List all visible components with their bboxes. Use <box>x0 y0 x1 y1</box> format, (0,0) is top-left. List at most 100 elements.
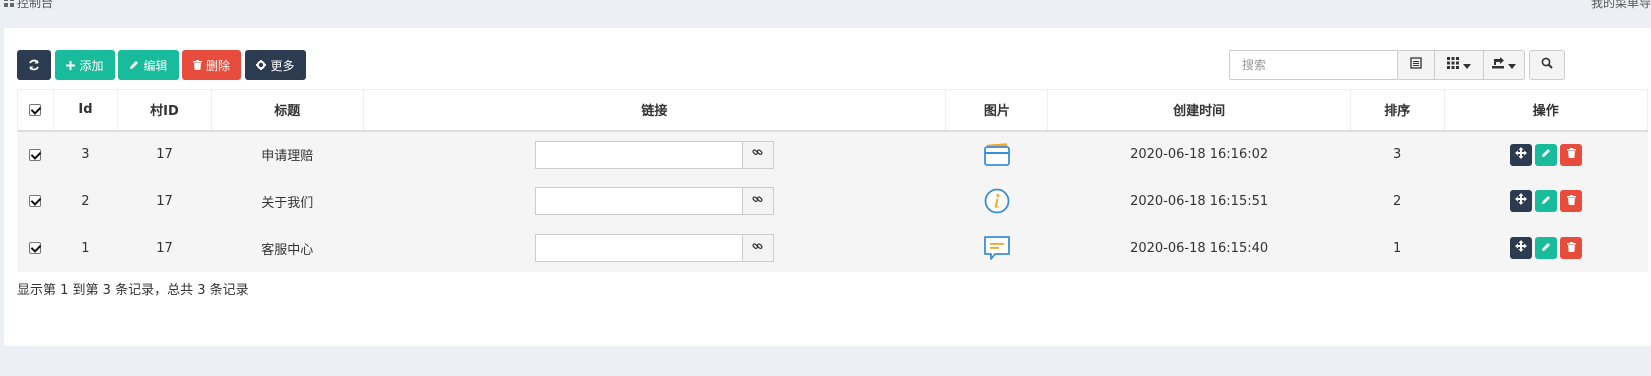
column-header-title[interactable]: 标题 <box>210 89 364 132</box>
gear-icon <box>256 60 267 70</box>
link-input[interactable] <box>534 140 743 169</box>
column-header-village-id[interactable]: 村ID <box>117 89 212 132</box>
search-icon <box>1541 57 1553 73</box>
link-icon <box>752 194 763 209</box>
column-header-sort[interactable]: 排序 <box>1349 89 1445 132</box>
refresh-button[interactable] <box>17 50 51 80</box>
row-edit-button[interactable] <box>1535 143 1558 166</box>
table-row: 3 17 申请理赔 2020-06-18 16:16:02 3 <box>17 130 1648 178</box>
drag-handle-button[interactable] <box>1510 190 1533 212</box>
row-edit-button[interactable] <box>1535 190 1558 212</box>
data-table: Id 村ID 标题 链接 图片 创建时间 排序 操作 3 17 申请理赔 202… <box>17 89 1649 272</box>
breadcrumb: 控制台 <box>4 0 53 11</box>
row-checkbox[interactable] <box>29 148 42 161</box>
caret-down-icon <box>1508 58 1516 73</box>
pencil-icon <box>1541 147 1551 162</box>
row-title: 申请理赔 <box>210 130 364 178</box>
drag-handle-button[interactable] <box>1510 143 1533 166</box>
trash-icon <box>1566 147 1576 162</box>
row-actions <box>1510 143 1583 166</box>
breadcrumb-title[interactable]: 控制台 <box>17 0 53 11</box>
link-button[interactable] <box>742 234 774 262</box>
move-icon <box>1515 146 1528 163</box>
table-row: 2 17 关于我们 2020-06-18 16:15:51 2 <box>17 177 1648 225</box>
trash-icon <box>1566 241 1576 256</box>
link-button[interactable] <box>742 187 774 215</box>
row-village-id: 17 <box>117 177 212 225</box>
edit-button-label: 编辑 <box>143 58 168 73</box>
top-bar: 控制台 我的菜单导 <box>0 0 1651 12</box>
info-icon[interactable] <box>984 188 1010 214</box>
row-delete-button[interactable] <box>1560 190 1583 212</box>
grid-icon <box>1447 57 1459 73</box>
search-button[interactable] <box>1529 50 1565 80</box>
row-actions <box>1510 190 1583 212</box>
more-button-label: 更多 <box>270 58 295 73</box>
row-edit-button[interactable] <box>1535 237 1558 259</box>
edit-button[interactable]: 编辑 <box>118 50 179 80</box>
pencil-icon <box>1541 241 1551 256</box>
link-field-group <box>534 234 774 262</box>
trash-icon <box>1566 194 1576 209</box>
column-header-image[interactable]: 图片 <box>945 89 1049 132</box>
link-field-group <box>534 187 774 215</box>
column-header-link[interactable]: 链接 <box>362 89 947 132</box>
pencil-icon <box>129 60 139 70</box>
chat-icon[interactable] <box>983 236 1011 260</box>
row-village-id: 17 <box>117 224 212 272</box>
delete-button-label: 删除 <box>205 58 230 73</box>
more-button[interactable]: 更多 <box>245 50 306 80</box>
link-input[interactable] <box>534 187 743 215</box>
row-sort: 1 <box>1349 224 1445 272</box>
delete-button[interactable]: 删除 <box>182 50 241 80</box>
row-title: 客服中心 <box>210 224 364 272</box>
columns-dropdown-button[interactable] <box>1434 50 1484 80</box>
row-title: 关于我们 <box>210 177 364 225</box>
plus-icon <box>66 60 76 70</box>
row-sort: 3 <box>1349 130 1445 178</box>
row-delete-button[interactable] <box>1560 237 1583 259</box>
row-sort: 2 <box>1349 177 1445 225</box>
link-icon <box>752 241 763 256</box>
row-created-time: 2020-06-18 16:15:40 <box>1047 224 1351 272</box>
select-all-checkbox[interactable] <box>17 89 54 132</box>
move-icon <box>1515 240 1528 256</box>
list-icon <box>1410 57 1422 73</box>
row-id: 1 <box>52 224 118 272</box>
dashboard-icon <box>4 0 14 10</box>
content-panel: 添加 编辑 删除 更多 搜索 Id 村ID 标题 链接 图片 创建时间 排序 操… <box>4 28 1651 346</box>
row-created-time: 2020-06-18 16:16:02 <box>1047 130 1351 178</box>
refresh-icon <box>28 59 40 71</box>
trash-icon <box>192 60 202 70</box>
link-field-group <box>534 140 774 169</box>
add-button-label: 添加 <box>79 58 104 73</box>
move-icon <box>1515 193 1528 209</box>
toggle-view-button[interactable] <box>1397 50 1435 80</box>
row-checkbox[interactable] <box>29 195 42 207</box>
add-button[interactable]: 添加 <box>55 50 115 80</box>
drag-handle-button[interactable] <box>1510 237 1533 259</box>
search-input[interactable] <box>1229 50 1399 80</box>
row-delete-button[interactable] <box>1560 143 1583 166</box>
column-header-created-time[interactable]: 创建时间 <box>1047 89 1351 132</box>
export-dropdown-button[interactable] <box>1483 50 1525 80</box>
row-id: 2 <box>52 177 118 225</box>
export-icon <box>1492 57 1504 73</box>
link-icon <box>752 147 763 162</box>
row-id: 3 <box>52 130 118 178</box>
card-icon[interactable] <box>983 142 1011 166</box>
table-header-row: Id 村ID 标题 链接 图片 创建时间 排序 操作 <box>17 89 1649 132</box>
link-input[interactable] <box>534 234 743 262</box>
pagination-summary: 显示第 1 到第 3 条记录，总共 3 条记录 <box>17 283 249 298</box>
caret-down-icon <box>1463 58 1471 73</box>
link-button[interactable] <box>742 140 774 169</box>
my-menu-link[interactable]: 我的菜单导 <box>1591 0 1651 11</box>
column-header-actions: 操作 <box>1443 89 1649 132</box>
pencil-icon <box>1541 194 1551 209</box>
row-village-id: 17 <box>117 130 212 178</box>
table-row: 1 17 客服中心 2020-06-18 16:15:40 1 <box>17 224 1648 272</box>
row-actions <box>1510 237 1583 259</box>
row-checkbox[interactable] <box>29 242 42 254</box>
row-created-time: 2020-06-18 16:15:51 <box>1047 177 1351 225</box>
column-header-id[interactable]: Id <box>52 89 119 132</box>
